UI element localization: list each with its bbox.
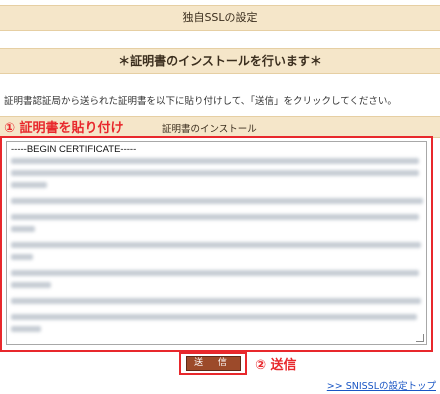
certificate-blur-line [11,326,41,332]
certificate-blur-line [11,158,419,164]
resize-grip-icon[interactable] [416,334,424,342]
certificate-blur-line [11,282,51,288]
send-button[interactable]: 送 信 [186,356,241,371]
snissl-top-link[interactable]: >> SNISSLの設定トップ [327,378,436,392]
instruction-text: 証明書認証局から送られた証明書を以下に貼り付けして、「送信」をクリックしてくださ… [4,96,397,107]
certificate-blur-line [11,182,47,188]
certificate-blur-line [11,226,35,232]
certificate-blur-line [11,314,417,320]
certificate-blur-line [11,170,419,176]
step1-annotation: ① 証明書を貼り付け [4,121,124,136]
page-title: 独自SSLの設定 [0,5,440,31]
certificate-blur-line [11,254,33,260]
certificate-blur-line [11,298,421,304]
certificate-blur-line [11,242,421,248]
certificate-blur-line [11,198,423,204]
certificate-blur-line [11,214,419,220]
certificate-blur-line [11,270,419,276]
install-label: 証明書のインストール [162,124,257,135]
certificate-textarea[interactable]: -----BEGIN CERTIFICATE----- [6,141,427,345]
certificate-header-text: -----BEGIN CERTIFICATE----- [11,144,137,155]
banner-title: ＊証明書のインストールを行います＊ [0,48,440,74]
step2-annotation: ② 送信 [255,358,297,373]
